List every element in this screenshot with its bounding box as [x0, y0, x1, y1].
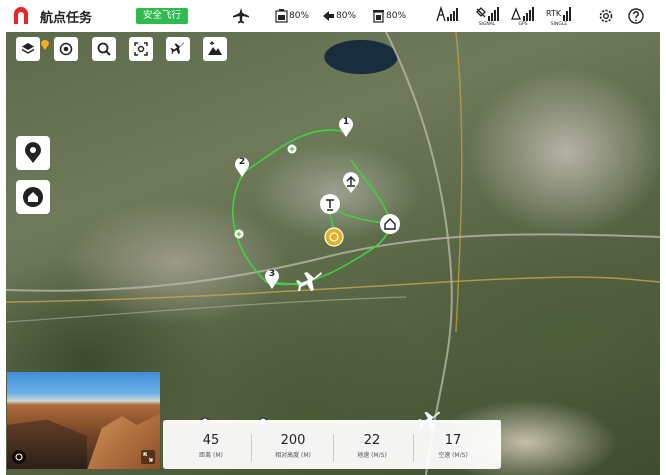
ground-speed-label: 地速 (M/S)	[357, 452, 387, 459]
battery-2-status: 80%	[322, 9, 356, 23]
landing-marker-icon[interactable]	[319, 193, 341, 217]
location-pin-icon	[41, 40, 49, 50]
camera-preview[interactable]	[7, 372, 160, 469]
waypoint-marker[interactable]: 2	[234, 156, 250, 178]
add-waypoint-button[interactable]	[16, 136, 50, 170]
battery-1-icon	[275, 9, 288, 23]
rtk-signal-status: RTK SINGLE	[546, 5, 572, 27]
camera-settings-icon[interactable]	[12, 450, 26, 464]
fit-view-button[interactable]	[129, 37, 153, 61]
terrain-button[interactable]	[203, 37, 227, 61]
layers-button[interactable]	[16, 37, 40, 61]
top-bar: 航点任务 安全飞行 80% 80% 80% SIGNAL GPS RTK SIN…	[0, 0, 666, 32]
distance-readout: 45 距离 (M)	[169, 433, 253, 459]
battery-3-value: 80%	[386, 11, 407, 21]
gps-signal-icon	[511, 7, 534, 21]
search-icon	[97, 42, 111, 56]
relative-altitude-label: 相对高度 (M)	[275, 452, 311, 459]
battery-2-value: 80%	[336, 11, 357, 21]
battery-1-status: 80%	[275, 9, 309, 23]
fit-view-icon	[134, 42, 148, 56]
waypoint-marker[interactable]: 1	[338, 116, 354, 138]
distance-value: 45	[202, 433, 220, 448]
aircraft-icon[interactable]	[232, 8, 250, 24]
status-badge: 安全飞行	[136, 8, 188, 24]
battery-2-icon	[323, 11, 334, 21]
locate-button[interactable]	[54, 37, 78, 61]
rtk-signal-icon: RTK	[546, 7, 571, 21]
loiter-point-icon[interactable]	[324, 227, 344, 247]
battery-1-value: 80%	[289, 11, 310, 21]
gps-signal-status: GPS	[510, 5, 536, 27]
distance-label: 距离 (M)	[199, 452, 223, 459]
battery-3-status: 80%	[372, 9, 406, 23]
aircraft-position-icon	[296, 272, 322, 291]
layers-icon	[21, 43, 35, 54]
page-title: 航点任务	[40, 11, 93, 26]
mission-route	[232, 129, 392, 286]
fullscreen-icon[interactable]	[141, 450, 155, 464]
search-button[interactable]	[92, 37, 116, 61]
svg-text:RTK: RTK	[546, 9, 562, 18]
satellite-signal-status: SIGNAL	[474, 5, 500, 27]
signal-status	[434, 5, 460, 27]
locate-icon	[59, 42, 73, 56]
satellite-signal-icon	[476, 7, 499, 21]
telemetry-panel: 45 距离 (M) 200 相对高度 (M) 22 地速 (M/S) 17 空速…	[163, 420, 501, 469]
ground-speed-readout: 22 地速 (M/S)	[330, 433, 414, 459]
route-midpoint-add-icon[interactable]	[287, 144, 297, 154]
airspeed-label: 空速 (M/S)	[438, 452, 468, 459]
app-logo-icon	[14, 7, 28, 24]
airspeed-readout: 17 空速 (M/S)	[411, 433, 495, 459]
route-midpoint-add-icon[interactable]	[234, 229, 244, 239]
return-home-button[interactable]	[16, 180, 50, 214]
home-point-icon[interactable]	[379, 213, 401, 235]
settings-icon[interactable]	[597, 7, 615, 25]
map-pin-icon	[25, 142, 41, 163]
airspeed-value: 17	[444, 433, 462, 448]
ground-speed-value: 22	[363, 433, 381, 448]
help-icon[interactable]	[627, 7, 645, 25]
aircraft-icon	[170, 42, 184, 54]
signal-icon	[436, 5, 458, 22]
terrain-icon	[208, 41, 222, 55]
relative-altitude-value: 200	[280, 433, 306, 448]
relative-altitude-readout: 200 相对高度 (M)	[251, 433, 335, 459]
home-icon	[23, 187, 43, 207]
waypoint-marker[interactable]: 3	[264, 268, 280, 290]
aircraft-center-button[interactable]	[166, 37, 190, 61]
battery-3-icon	[373, 10, 384, 23]
takeoff-marker-icon[interactable]	[341, 172, 361, 194]
